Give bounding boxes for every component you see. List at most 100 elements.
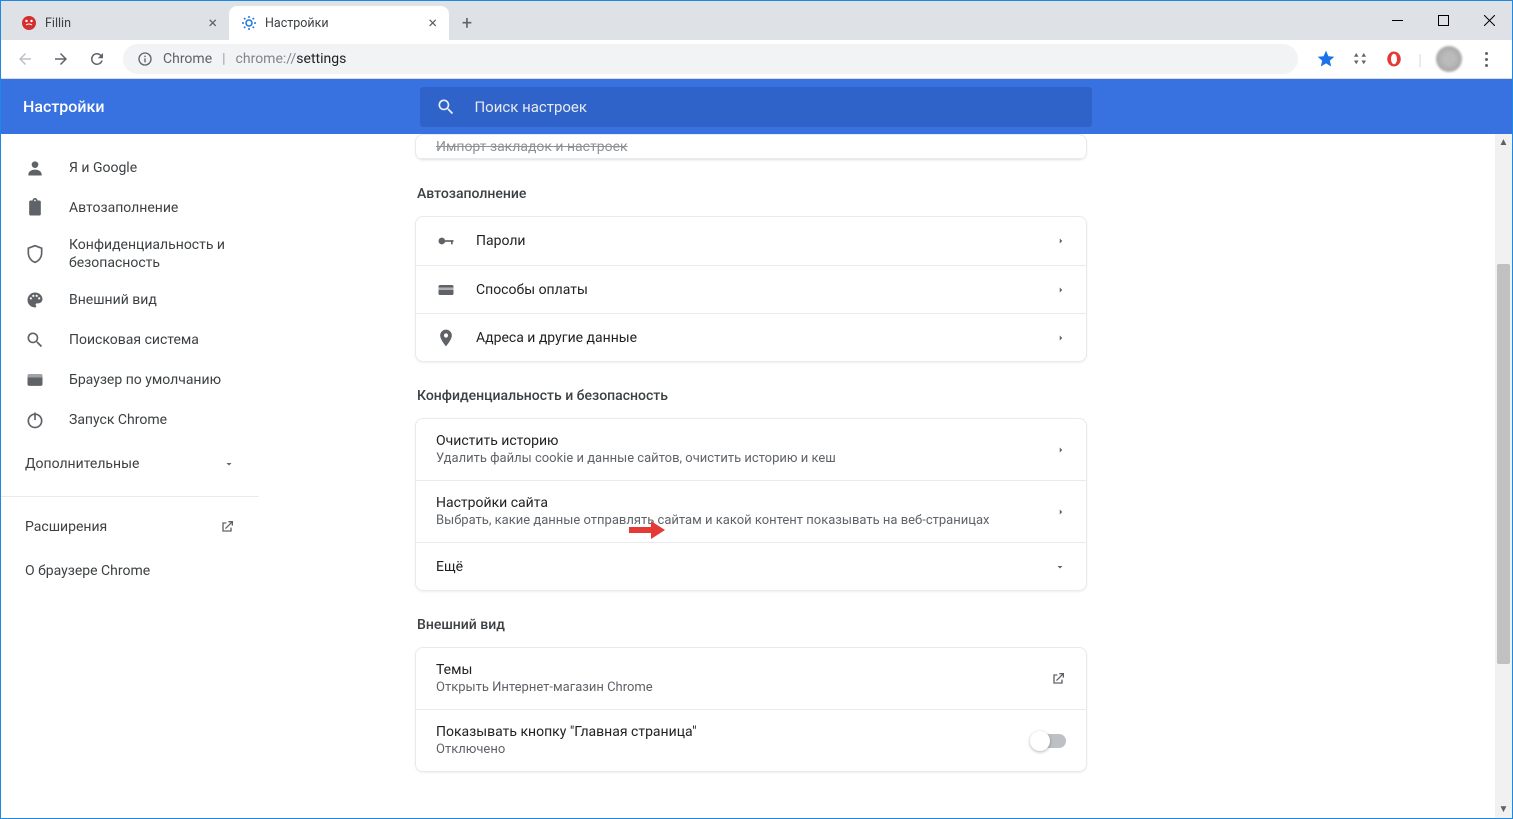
bookmark-star-icon[interactable] xyxy=(1316,49,1336,69)
sidebar-item-appearance[interactable]: Внешний вид xyxy=(1,280,259,320)
window-controls xyxy=(1374,1,1512,40)
extension-recycle-icon[interactable] xyxy=(1350,49,1370,69)
power-icon xyxy=(25,410,45,430)
favicon-settings xyxy=(241,15,257,31)
card-privacy: Очистить историю Удалить файлы cookie и … xyxy=(415,418,1087,591)
chrome-menu-button[interactable] xyxy=(1476,52,1496,67)
minimize-button[interactable] xyxy=(1374,5,1420,37)
row-import-bookmarks[interactable]: Импорт закладок и настроек xyxy=(416,135,1086,159)
external-link-icon xyxy=(1050,671,1066,687)
sidebar-about-label: О браузере Chrome xyxy=(25,563,150,579)
annotation-arrow-icon xyxy=(629,518,665,542)
row-home-button[interactable]: Показывать кнопку "Главная страница" Отк… xyxy=(416,709,1086,771)
sidebar-item-on-startup[interactable]: Запуск Chrome xyxy=(1,400,259,440)
search-icon xyxy=(436,97,456,117)
row-addresses[interactable]: Адреса и другие данные xyxy=(416,313,1086,361)
sidebar-about[interactable]: О браузере Chrome xyxy=(1,549,259,593)
row-site-settings[interactable]: Настройки сайта Выбрать, какие данные от… xyxy=(416,480,1086,542)
sidebar-extensions[interactable]: Расширения xyxy=(1,505,259,549)
favicon-fillin xyxy=(21,15,37,31)
chevron-right-icon xyxy=(1056,445,1066,455)
person-icon xyxy=(25,158,45,178)
row-sublabel: Удалить файлы cookie и данные сайтов, оч… xyxy=(436,451,1036,466)
row-sublabel: Выбрать, какие данные отправлять сайтам … xyxy=(436,513,1036,528)
reload-button[interactable] xyxy=(81,43,113,75)
row-label: Ещё xyxy=(436,559,1034,575)
sidebar-item-label: Я и Google xyxy=(69,159,137,177)
sidebar-item-search-engine[interactable]: Поисковая система xyxy=(1,320,259,360)
sidebar-item-label: Конфиденциальность и безопасность xyxy=(69,236,259,272)
settings-search[interactable]: Поиск настроек xyxy=(420,87,1092,127)
close-window-button[interactable] xyxy=(1466,5,1512,37)
chevron-right-icon xyxy=(1056,236,1066,246)
clipboard-icon xyxy=(25,198,45,218)
forward-button[interactable] xyxy=(45,43,77,75)
settings-title: Настройки xyxy=(23,97,104,116)
row-label: Показывать кнопку "Главная страница" xyxy=(436,724,1012,740)
tab-strip: Fillin × Настройки × + xyxy=(1,1,1512,40)
divider xyxy=(1,496,259,497)
sidebar-advanced[interactable]: Дополнительные xyxy=(1,440,259,488)
row-label: Импорт закладок и настроек xyxy=(436,139,628,155)
row-passwords[interactable]: Пароли xyxy=(416,217,1086,265)
close-icon[interactable]: × xyxy=(208,15,217,31)
search-icon xyxy=(25,330,45,350)
maximize-button[interactable] xyxy=(1420,5,1466,37)
omnibox[interactable]: Chrome | chrome://settings xyxy=(123,44,1298,74)
section-title-autofill: Автозаполнение xyxy=(417,186,1087,202)
profile-avatar[interactable] xyxy=(1436,46,1462,72)
sidebar-item-label: Запуск Chrome xyxy=(69,411,167,429)
section-title-appearance: Внешний вид xyxy=(417,617,1087,633)
browser-tab-active[interactable]: Настройки × xyxy=(229,6,449,40)
key-icon xyxy=(436,231,456,251)
url-path: settings xyxy=(296,51,346,67)
scroll-down-icon[interactable]: ▼ xyxy=(1495,801,1512,818)
close-icon[interactable]: × xyxy=(428,15,437,31)
settings-header: Настройки Поиск настроек xyxy=(1,79,1512,134)
scroll-up-icon[interactable]: ▲ xyxy=(1495,134,1512,151)
scrollbar-thumb[interactable] xyxy=(1497,264,1510,664)
location-icon xyxy=(436,328,456,348)
site-info-icon xyxy=(137,51,153,67)
settings-body: Я и Google Автозаполнение Конфиденциальн… xyxy=(1,134,1512,818)
external-link-icon xyxy=(219,519,235,535)
row-themes[interactable]: Темы Открыть Интернет-магазин Chrome xyxy=(416,648,1086,709)
row-label: Способы оплаты xyxy=(476,282,1036,298)
back-button[interactable] xyxy=(9,43,41,75)
browser-tab[interactable]: Fillin × xyxy=(9,6,229,40)
sidebar-item-label: Внешний вид xyxy=(69,291,157,309)
card-appearance: Темы Открыть Интернет-магазин Chrome Пок… xyxy=(415,647,1087,772)
row-label: Адреса и другие данные xyxy=(476,330,1036,346)
row-sublabel: Открыть Интернет-магазин Chrome xyxy=(436,680,1030,695)
vertical-scrollbar[interactable]: ▲ ▼ xyxy=(1495,134,1512,818)
row-sublabel: Отключено xyxy=(436,742,1012,757)
toolbar-icons: | xyxy=(1308,46,1504,72)
search-placeholder: Поиск настроек xyxy=(474,98,587,116)
row-payment[interactable]: Способы оплаты xyxy=(416,265,1086,313)
chevron-right-icon xyxy=(1056,333,1066,343)
new-tab-button[interactable]: + xyxy=(453,9,481,37)
palette-icon xyxy=(25,290,45,310)
sidebar-item-privacy[interactable]: Конфиденциальность и безопасность xyxy=(1,228,259,280)
chevron-right-icon xyxy=(1056,285,1066,295)
sidebar-item-default-browser[interactable]: Браузер по умолчанию xyxy=(1,360,259,400)
sidebar-item-label: Браузер по умолчанию xyxy=(69,371,221,389)
url-prefix: chrome:// xyxy=(236,51,297,67)
chevron-down-icon xyxy=(1054,561,1066,573)
toggle-home-button[interactable] xyxy=(1032,734,1066,748)
row-clear-data[interactable]: Очистить историю Удалить файлы cookie и … xyxy=(416,419,1086,480)
sidebar-extensions-label: Расширения xyxy=(25,519,107,535)
sidebar-advanced-label: Дополнительные xyxy=(25,456,139,472)
tab-title: Настройки xyxy=(265,16,329,31)
row-more[interactable]: Ещё xyxy=(416,542,1086,590)
chevron-right-icon xyxy=(1056,507,1066,517)
sidebar-item-label: Автозаполнение xyxy=(69,199,178,217)
row-label: Темы xyxy=(436,662,1030,678)
sidebar-item-you-and-google[interactable]: Я и Google xyxy=(1,148,259,188)
sidebar-item-autofill[interactable]: Автозаполнение xyxy=(1,188,259,228)
settings-sidebar: Я и Google Автозаполнение Конфиденциальн… xyxy=(1,134,259,818)
section-title-privacy: Конфиденциальность и безопасность xyxy=(417,388,1087,404)
settings-content: Импорт закладок и настроек Автозаполнени… xyxy=(259,134,1512,818)
extension-opera-icon[interactable] xyxy=(1384,49,1404,69)
url-scheme: Chrome xyxy=(163,51,212,67)
